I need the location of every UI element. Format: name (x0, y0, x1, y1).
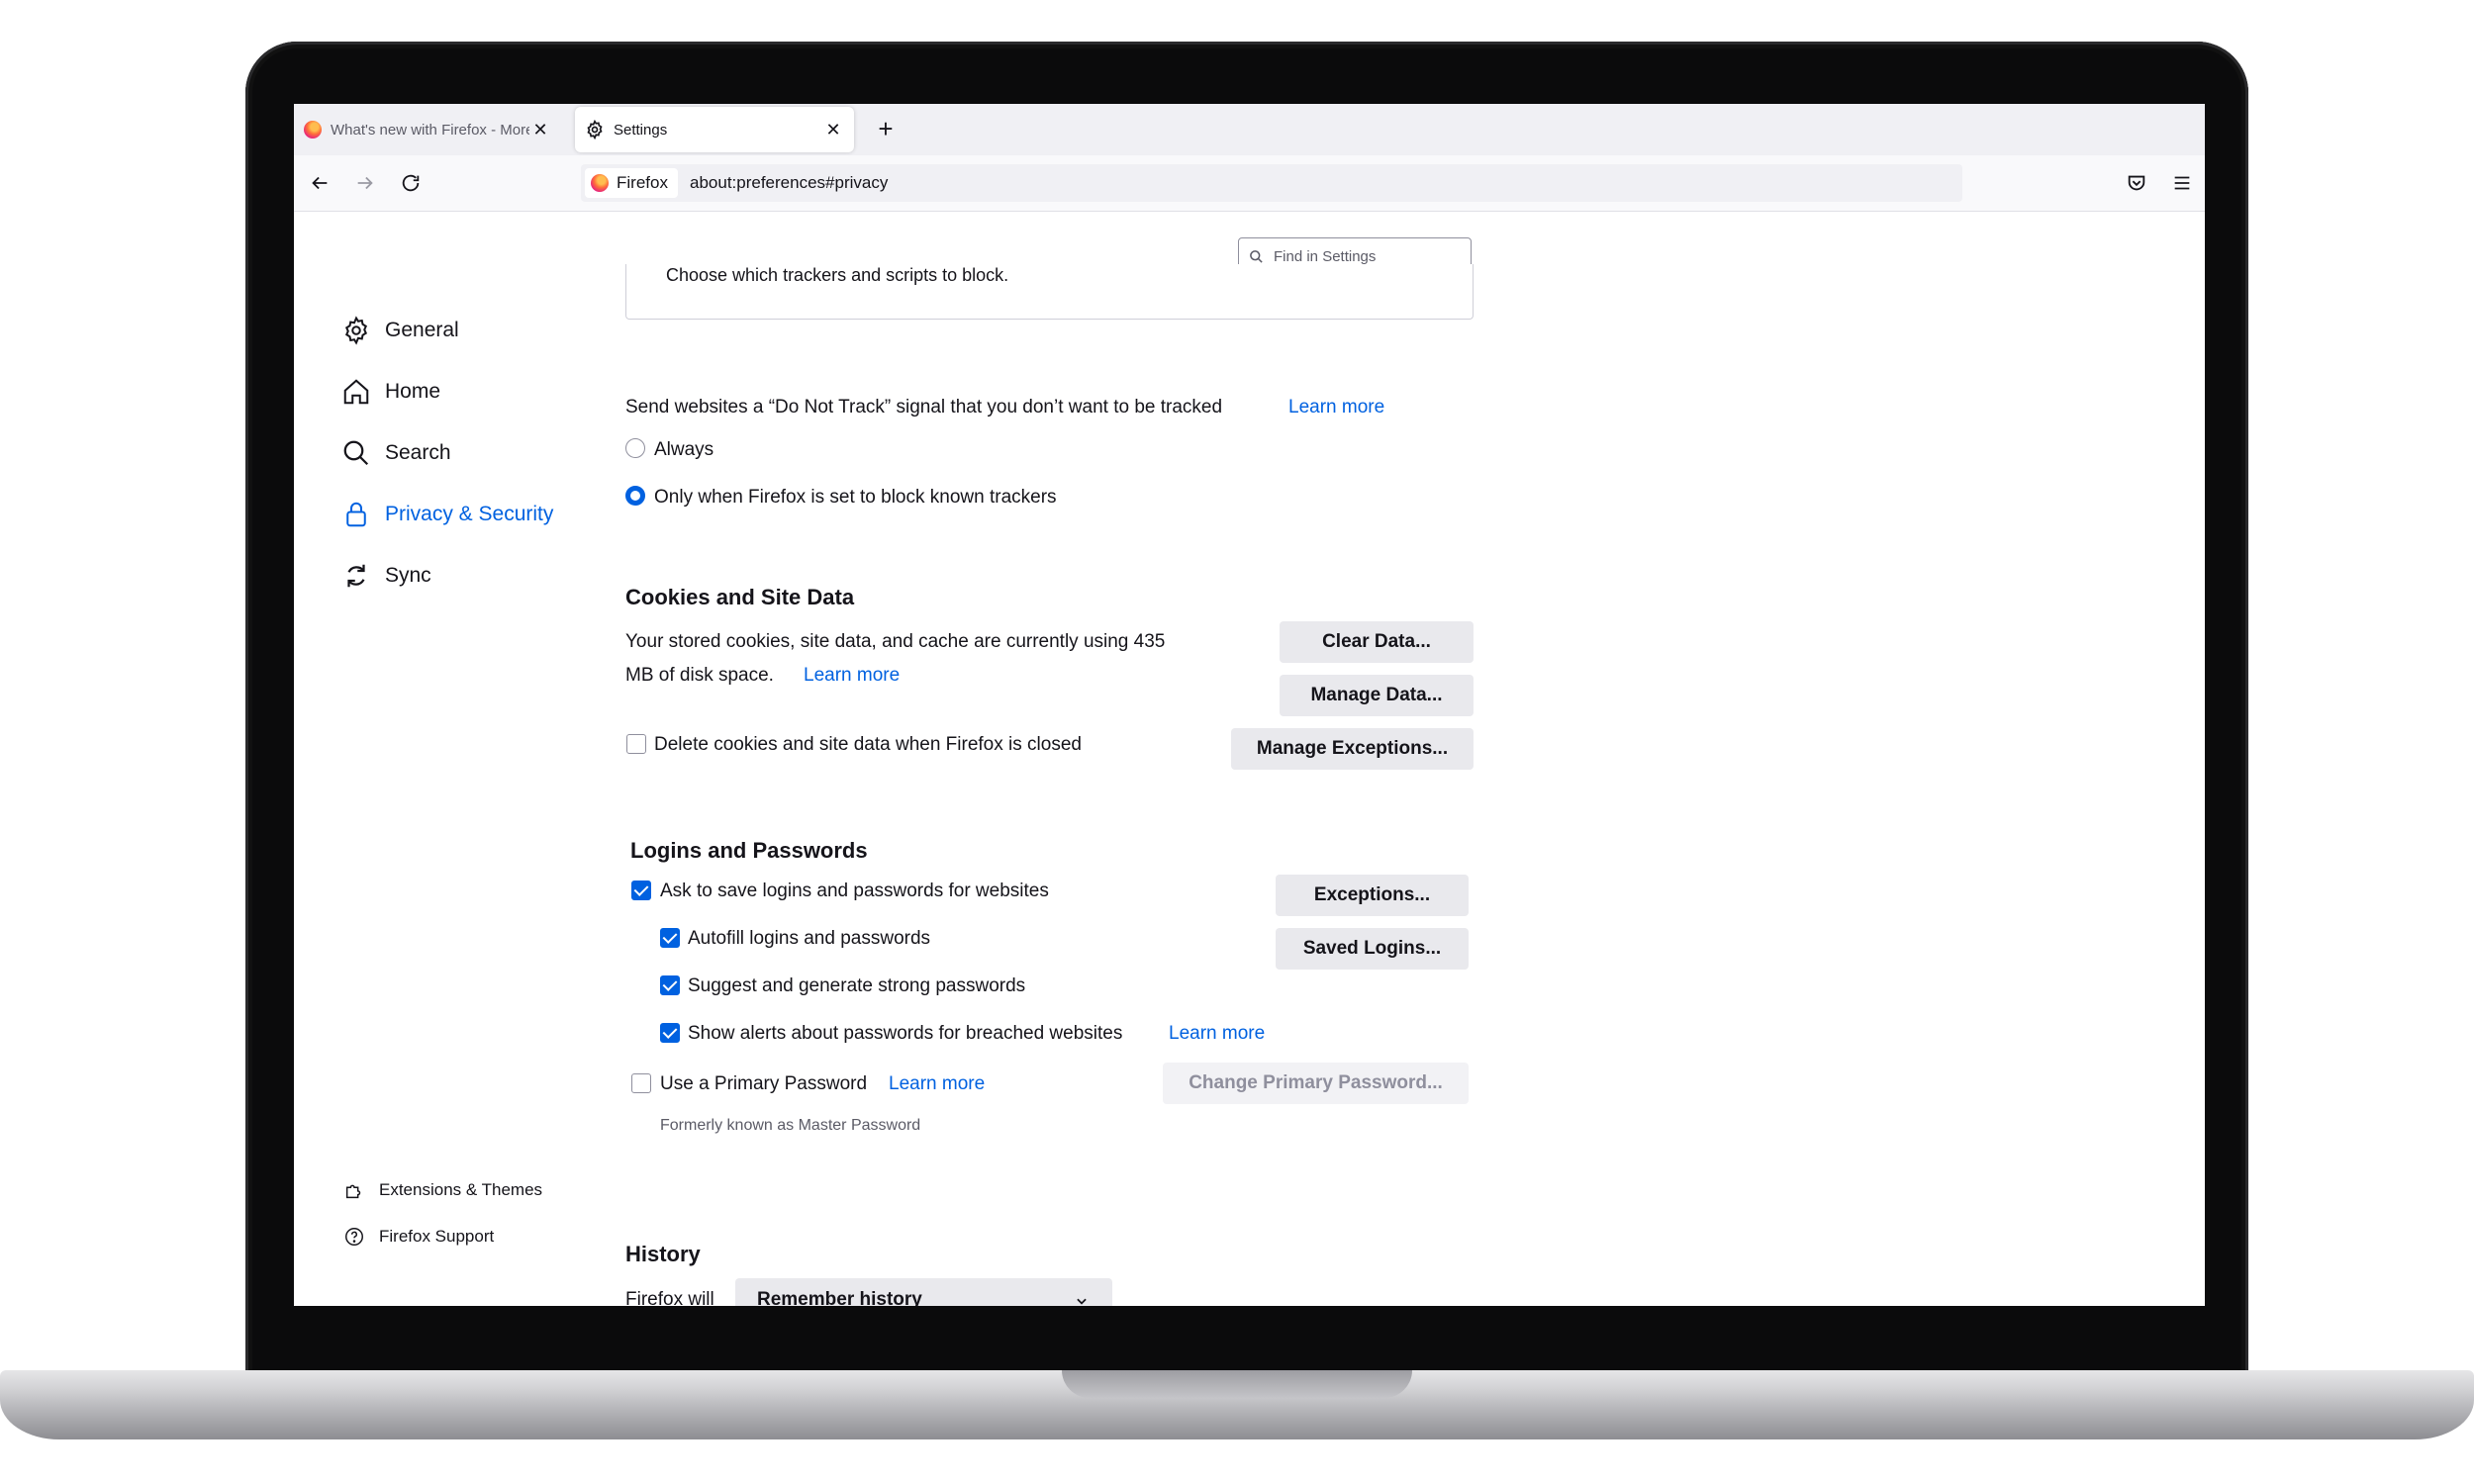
history-label: Firefox will (625, 1289, 714, 1306)
reload-icon (402, 174, 420, 192)
sidebar-item-search[interactable]: Search (341, 438, 451, 468)
search-icon (1250, 249, 1263, 263)
gear-icon (587, 120, 603, 139)
firefox-logo-icon (304, 121, 322, 139)
manage-data-button[interactable]: Manage Data... (1280, 675, 1474, 716)
browser-window: What's new with Firefox - More ✕ Setting… (294, 104, 2205, 1306)
sidebar-item-label: General (385, 319, 459, 341)
delete-cookies-label[interactable]: Delete cookies and site data when Firefo… (654, 734, 1082, 756)
dnt-learn-more-link[interactable]: Learn more (1288, 397, 1384, 418)
back-arrow-icon (312, 176, 328, 190)
hamburger-menu-icon (2174, 176, 2190, 190)
change-primary-password-button[interactable]: Change Primary Password... (1163, 1063, 1469, 1104)
dnt-always-label[interactable]: Always (654, 439, 714, 461)
sidebar-item-label: Search (385, 441, 451, 464)
sidebar-firefox-support[interactable]: Firefox Support (343, 1226, 494, 1248)
firefox-logo-icon (591, 174, 609, 192)
sidebar-item-label: Privacy & Security (385, 503, 554, 525)
cookies-usage-line2: MB of disk space. (625, 665, 774, 686)
dnt-description: Send websites a “Do Not Track” signal th… (625, 397, 1223, 417)
tab-settings[interactable]: Settings ✕ (575, 107, 854, 152)
primary-password-checkbox[interactable] (631, 1073, 651, 1093)
history-heading: History (625, 1242, 701, 1266)
sidebar-footer-label: Firefox Support (379, 1227, 495, 1246)
history-mode-select[interactable]: Remember history (735, 1278, 1112, 1306)
sync-icon (347, 564, 365, 588)
help-icon (345, 1228, 363, 1246)
puzzle-icon (345, 1184, 361, 1199)
ask-save-logins-checkbox[interactable] (631, 881, 651, 900)
tab-title: Settings (614, 121, 668, 139)
manage-exceptions-button[interactable]: Manage Exceptions... (1231, 728, 1474, 770)
close-tab-icon[interactable]: ✕ (529, 120, 551, 140)
tracking-box-text: Choose which trackers and scripts to blo… (666, 265, 1009, 285)
reload-button[interactable] (395, 167, 427, 199)
suggest-passwords-label[interactable]: Suggest and generate strong passwords (688, 975, 1025, 997)
delete-cookies-checkbox[interactable] (626, 734, 646, 754)
primary-password-learn-more-link[interactable]: Learn more (889, 1073, 985, 1095)
primary-password-label[interactable]: Use a Primary Password (660, 1073, 867, 1095)
dnt-only-when-label[interactable]: Only when Firefox is set to block known … (654, 487, 1057, 509)
tab-title: What's new with Firefox - More (331, 121, 529, 139)
lock-icon (346, 502, 366, 527)
suggest-passwords-checkbox[interactable] (660, 975, 680, 995)
primary-password-note: Formerly known as Master Password (660, 1117, 921, 1134)
forward-arrow-icon (357, 176, 373, 190)
identity-box[interactable]: Firefox (585, 168, 678, 198)
clear-data-button[interactable]: Clear Data... (1280, 621, 1474, 663)
gear-icon (344, 316, 368, 345)
cookies-heading: Cookies and Site Data (625, 585, 855, 609)
identity-label: Firefox (617, 173, 668, 192)
url-bar[interactable]: Firefox about:preferences#privacy (581, 164, 1962, 202)
pocket-button[interactable] (2121, 167, 2152, 199)
breach-alerts-checkbox[interactable] (660, 1023, 680, 1043)
breach-alerts-learn-more-link[interactable]: Learn more (1169, 1023, 1265, 1045)
url-text[interactable]: about:preferences#privacy (690, 173, 888, 193)
tab-strip: What's new with Firefox - More ✕ Setting… (294, 104, 2205, 155)
pocket-icon (2128, 175, 2145, 191)
tracking-custom-box: Choose which trackers and scripts to blo… (625, 264, 1474, 320)
menu-button[interactable] (2166, 167, 2198, 199)
sidebar-extensions-themes[interactable]: Extensions & Themes (343, 1179, 542, 1201)
cookies-learn-more-link[interactable]: Learn more (804, 665, 900, 687)
autofill-logins-checkbox[interactable] (660, 928, 680, 948)
history-mode-value: Remember history (757, 1289, 922, 1306)
logins-heading: Logins and Passwords (630, 838, 868, 863)
forward-button[interactable] (349, 167, 381, 199)
back-button[interactable] (304, 167, 335, 199)
cookies-usage-line1: Your stored cookies, site data, and cach… (625, 631, 1166, 652)
sidebar-item-label: Sync (385, 564, 431, 587)
laptop-notch (1062, 1370, 1412, 1398)
ask-save-logins-label[interactable]: Ask to save logins and passwords for web… (660, 881, 1049, 902)
sidebar-item-sync[interactable]: Sync (341, 561, 431, 591)
dnt-always-radio[interactable] (625, 438, 645, 458)
sidebar-item-privacy-security[interactable]: Privacy & Security (341, 500, 553, 529)
search-icon (343, 440, 369, 466)
navigation-toolbar: Firefox about:preferences#privacy (294, 155, 2205, 212)
find-in-settings-input[interactable] (1272, 246, 1454, 266)
saved-logins-button[interactable]: Saved Logins... (1276, 928, 1469, 970)
new-tab-button[interactable]: + (871, 114, 901, 144)
sidebar-footer-label: Extensions & Themes (379, 1180, 543, 1199)
sidebar-item-label: Home (385, 380, 441, 403)
chevron-down-icon (1077, 1298, 1087, 1305)
autofill-logins-label[interactable]: Autofill logins and passwords (688, 928, 930, 950)
breach-alerts-label[interactable]: Show alerts about passwords for breached… (688, 1023, 1122, 1045)
sidebar-item-home[interactable]: Home (341, 377, 440, 407)
tab-whats-new[interactable]: What's new with Firefox - More ✕ (294, 107, 561, 152)
logins-exceptions-button[interactable]: Exceptions... (1276, 875, 1469, 916)
home-icon (343, 379, 369, 405)
dnt-only-when-radio[interactable] (625, 486, 645, 506)
close-tab-icon[interactable]: ✕ (822, 120, 844, 140)
sidebar-item-general[interactable]: General (341, 316, 459, 345)
